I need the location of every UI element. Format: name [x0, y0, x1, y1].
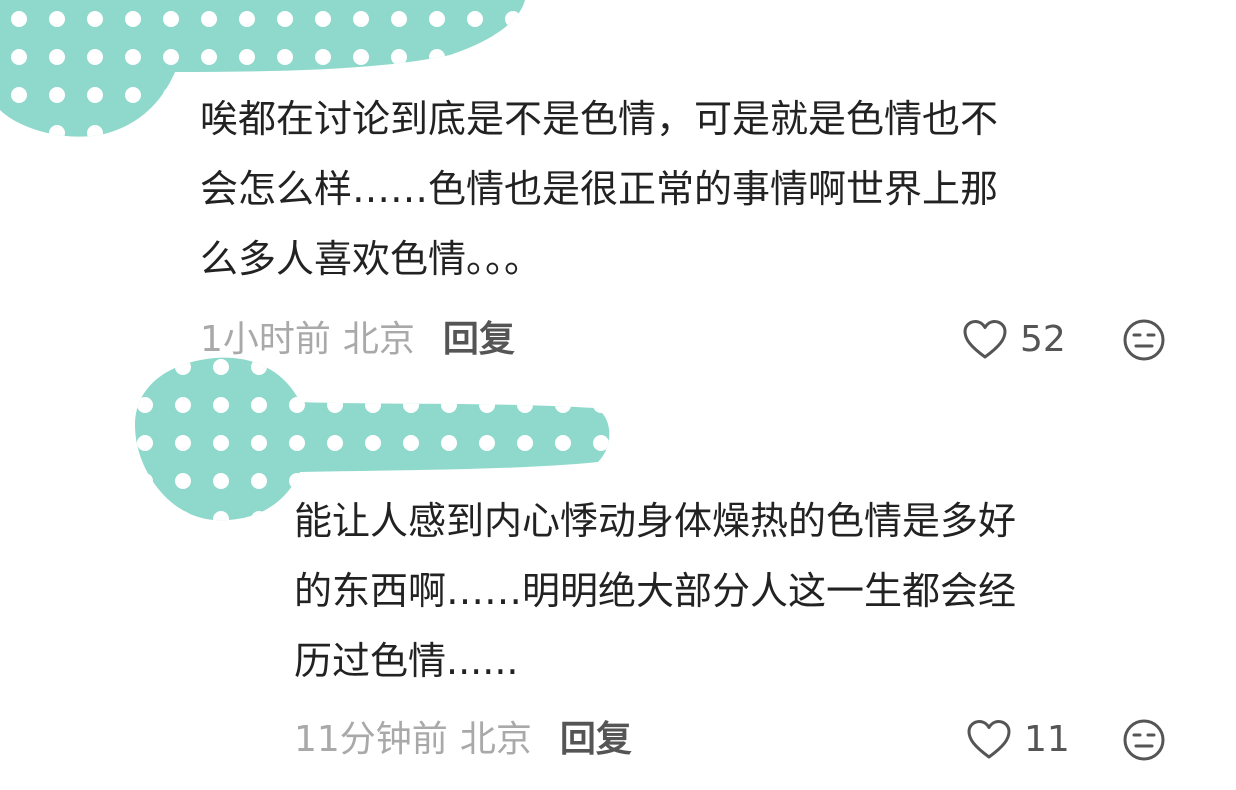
- comment-time: 11分钟前: [294, 719, 448, 760]
- comment-meta: 1小时前 北京 回复: [200, 318, 515, 362]
- heart-outline-icon: [966, 719, 1012, 761]
- like-button[interactable]: 11: [966, 718, 1070, 762]
- comment-text-line: 会怎么样……色情也是很正常的事情啊世界上那: [200, 167, 999, 211]
- comment-meta: 11分钟前 北京 回复: [294, 718, 632, 762]
- comment-text-line: 能让人感到内心悸动身体燥热的色情是多好: [294, 499, 1017, 543]
- comment-text-line: 的东西啊……明明绝大部分人这一生都会经: [294, 569, 1017, 613]
- like-count: 11: [1024, 719, 1070, 760]
- comment-text: 能让人感到内心悸动身体燥热的色情是多好 的东西啊……明明绝大部分人这一生都会经 …: [294, 486, 1174, 696]
- comment-text-line: 历过色情......: [294, 639, 519, 683]
- neutral-face-icon: [1122, 718, 1166, 762]
- dislike-button[interactable]: [1122, 318, 1166, 362]
- reply-button[interactable]: 回复: [443, 318, 515, 362]
- comment-time: 1小时前: [200, 319, 331, 360]
- like-button[interactable]: 52: [962, 318, 1066, 362]
- comment-location: 北京: [459, 719, 532, 760]
- reply-button[interactable]: 回复: [560, 718, 632, 762]
- neutral-face-icon: [1122, 318, 1166, 362]
- dislike-button[interactable]: [1122, 718, 1166, 762]
- comment-text: 唉都在讨论到底是不是色情，可是就是色情也不 会怎么样……色情也是很正常的事情啊世…: [200, 84, 1160, 294]
- like-count: 52: [1020, 319, 1066, 360]
- heart-outline-icon: [962, 319, 1008, 361]
- comment-text-line: 唉都在讨论到底是不是色情，可是就是色情也不: [200, 97, 999, 141]
- comment-text-line: 么多人喜欢色情。。。: [200, 237, 543, 281]
- comment-location: 北京: [342, 319, 415, 360]
